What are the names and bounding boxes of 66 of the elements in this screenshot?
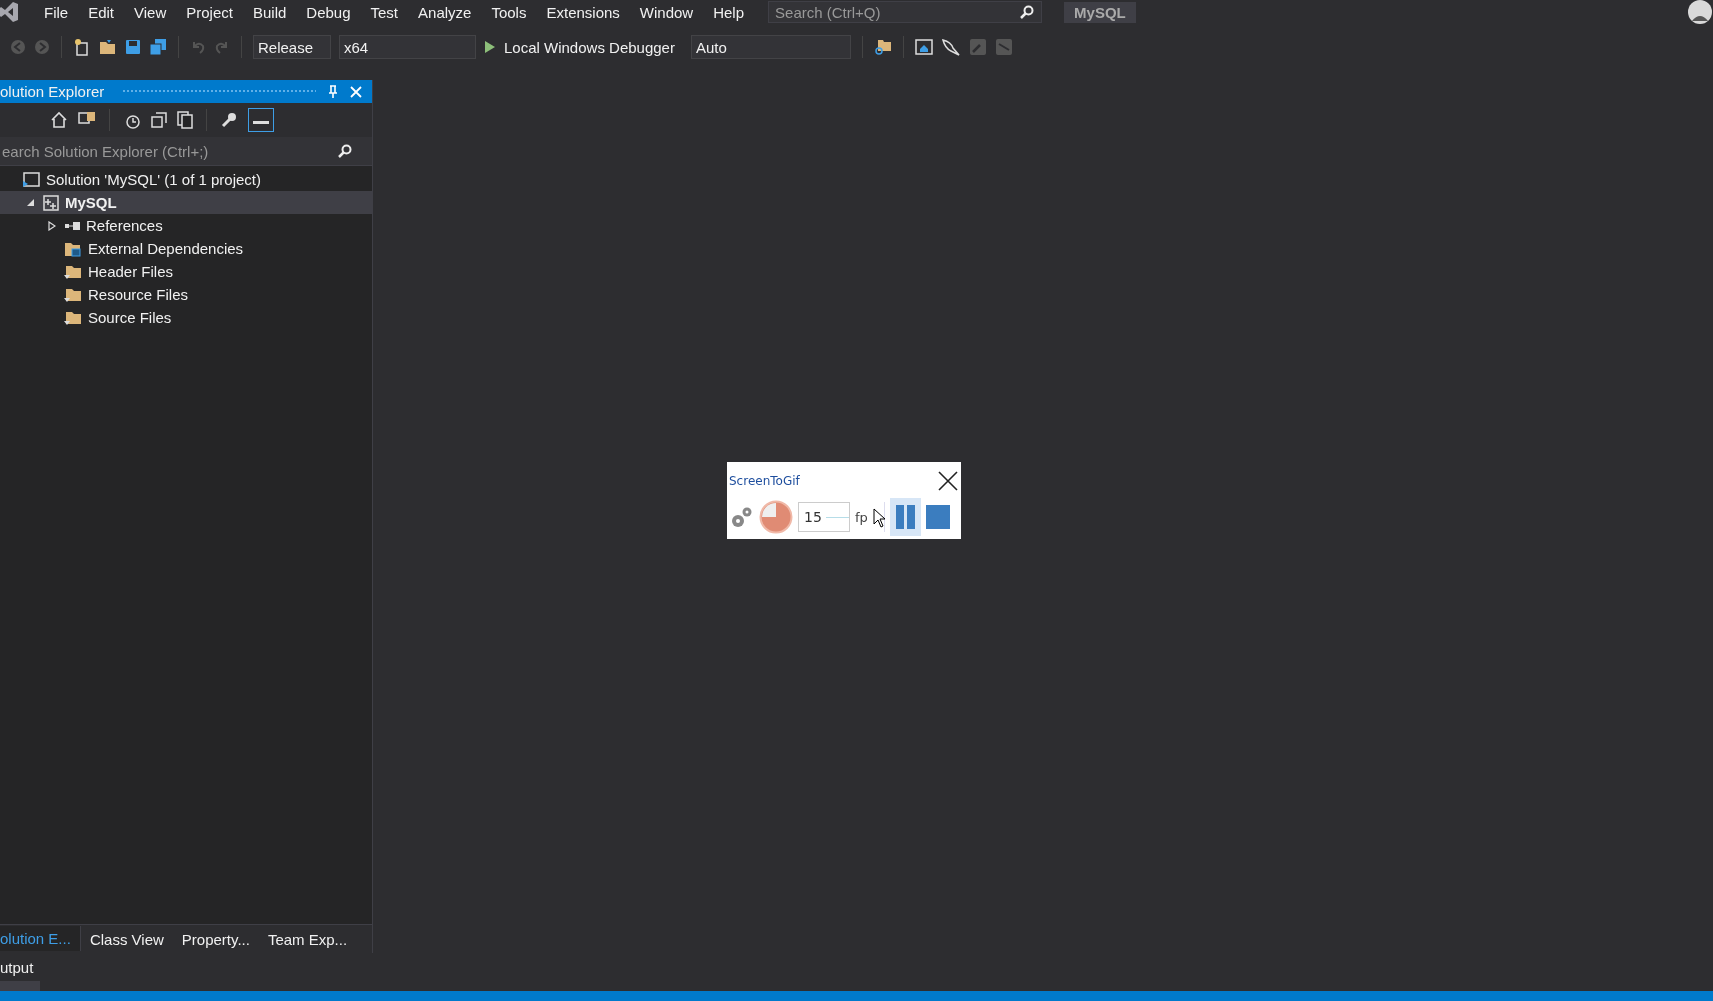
tree-item[interactable]: MySQL: [0, 191, 372, 214]
menu-item[interactable]: Test: [360, 3, 409, 21]
find-folder-icon[interactable]: [873, 38, 892, 56]
folder-icon: [64, 263, 82, 280]
search-icon: [1020, 5, 1035, 19]
collapse-icon[interactable]: [151, 112, 167, 128]
menu-item[interactable]: Debug: [296, 3, 361, 21]
collapsed-icon[interactable]: [48, 220, 56, 231]
close-icon[interactable]: [938, 471, 958, 491]
folder-icon: [64, 286, 82, 303]
configuration-dropdown[interactable]: Release: [253, 35, 331, 59]
panel-tab[interactable]: olution E...: [0, 925, 81, 951]
menu-item[interactable]: Edit: [78, 3, 125, 21]
logo-icon: [0, 2, 18, 22]
copy-icon[interactable]: [177, 111, 193, 129]
search-field[interactable]: earch Solution Explorer (Ctrl+;): [0, 137, 372, 166]
settings-icon[interactable]: [730, 505, 754, 529]
menu-item[interactable]: Window: [629, 3, 704, 21]
tree-item[interactable]: Solution 'MySQL' (1 of 1 project): [0, 168, 372, 191]
save-all-icon[interactable]: [149, 38, 167, 56]
new-project-icon[interactable]: [73, 38, 91, 56]
expanded-icon[interactable]: [27, 198, 35, 207]
home-icon[interactable]: [50, 111, 68, 129]
tree-item[interactable]: Source Files: [0, 306, 372, 329]
platform-dropdown[interactable]: x64: [339, 35, 476, 59]
menu-item[interactable]: Extensions: [536, 3, 630, 21]
cursor-icon: [873, 508, 887, 528]
menu-item[interactable]: View: [124, 3, 177, 21]
menu-item[interactable]: Build: [242, 3, 297, 21]
avatar-icon[interactable]: [1687, 0, 1713, 25]
solution-name: MySQL: [1064, 1, 1136, 23]
panel-tab[interactable]: Property...: [172, 926, 259, 952]
folder-icon: [64, 240, 82, 257]
window-title: ScreenToGif: [729, 474, 800, 488]
pin-icon[interactable]: [328, 84, 338, 99]
search-field[interactable]: Search (Ctrl+Q): [768, 1, 1043, 23]
project-icon: [43, 194, 59, 211]
stack-frame-dropdown[interactable]: Auto: [690, 35, 851, 59]
pause-button[interactable]: [890, 498, 921, 536]
tree-item[interactable]: Header Files: [0, 260, 372, 283]
debugger-button[interactable]: Local Windows Debugger: [504, 38, 683, 56]
open-folder-icon[interactable]: [99, 39, 117, 55]
menu-item[interactable]: Tools: [481, 3, 537, 21]
search-icon: [338, 144, 352, 158]
references-icon: [64, 220, 80, 231]
panel-tab[interactable]: Team Exp...: [258, 926, 357, 952]
tab-indicator: [0, 981, 40, 991]
menu-item[interactable]: Project: [176, 3, 243, 21]
menu-item[interactable]: Help: [703, 3, 755, 21]
panel-tab[interactable]: Class View: [80, 926, 173, 952]
fps-label: fp: [855, 509, 869, 525]
panel-title: olution Explorer: [0, 83, 105, 100]
fps-field[interactable]: 15: [798, 502, 850, 532]
play-icon[interactable]: [484, 40, 496, 54]
menu-item[interactable]: File: [34, 3, 79, 21]
tree-item[interactable]: Resource Files: [0, 283, 372, 306]
save-icon[interactable]: [125, 39, 141, 55]
folder-icon: [64, 309, 82, 326]
record-icon[interactable]: [759, 500, 793, 534]
solution-icon: [22, 171, 40, 188]
output-tab[interactable]: utput: [0, 958, 34, 976]
home-window-icon[interactable]: [914, 39, 933, 55]
menu-item[interactable]: Analyze: [408, 3, 482, 21]
tree-item[interactable]: External Dependencies: [0, 237, 372, 260]
preview-toggle[interactable]: [248, 108, 274, 132]
tree-item[interactable]: References: [0, 214, 372, 237]
